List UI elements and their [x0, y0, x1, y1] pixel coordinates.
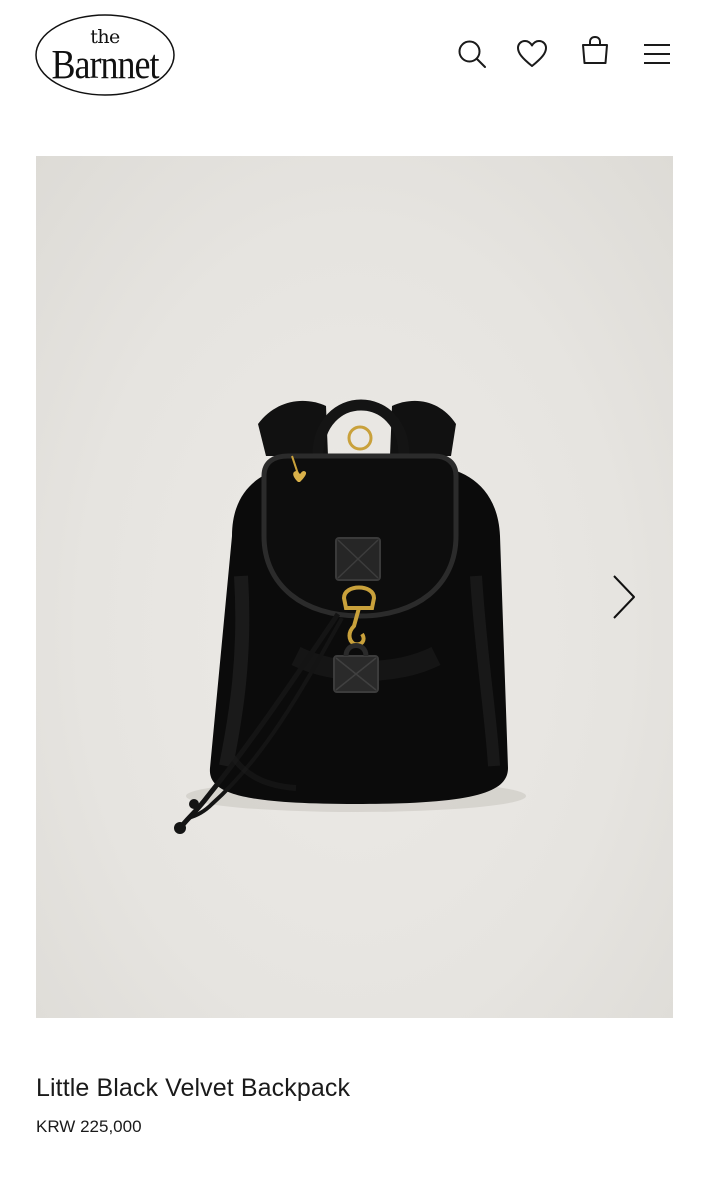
wishlist-button[interactable]	[514, 36, 550, 72]
product-price: KRW 225,000	[36, 1117, 142, 1136]
cart-button[interactable]	[577, 33, 613, 69]
menu-button[interactable]	[639, 36, 675, 72]
logo-name-text: Barnnet	[51, 41, 160, 87]
search-button[interactable]	[454, 36, 490, 72]
chevron-right-icon	[613, 575, 635, 619]
search-icon	[458, 40, 486, 68]
product-image-gallery[interactable]	[36, 156, 673, 1018]
site-header: the Barnnet	[0, 0, 709, 110]
product-title: Little Black Velvet Backpack	[36, 1074, 351, 1102]
backpack-image	[174, 399, 526, 834]
shopping-bag-icon	[582, 35, 608, 64]
menu-icon	[644, 44, 670, 64]
heart-icon	[517, 40, 547, 67]
brand-logo[interactable]: the Barnnet	[35, 14, 175, 96]
product-page: the Barnnet Little Black Velvet Backpack…	[0, 0, 709, 1200]
next-image-button[interactable]	[602, 570, 646, 624]
